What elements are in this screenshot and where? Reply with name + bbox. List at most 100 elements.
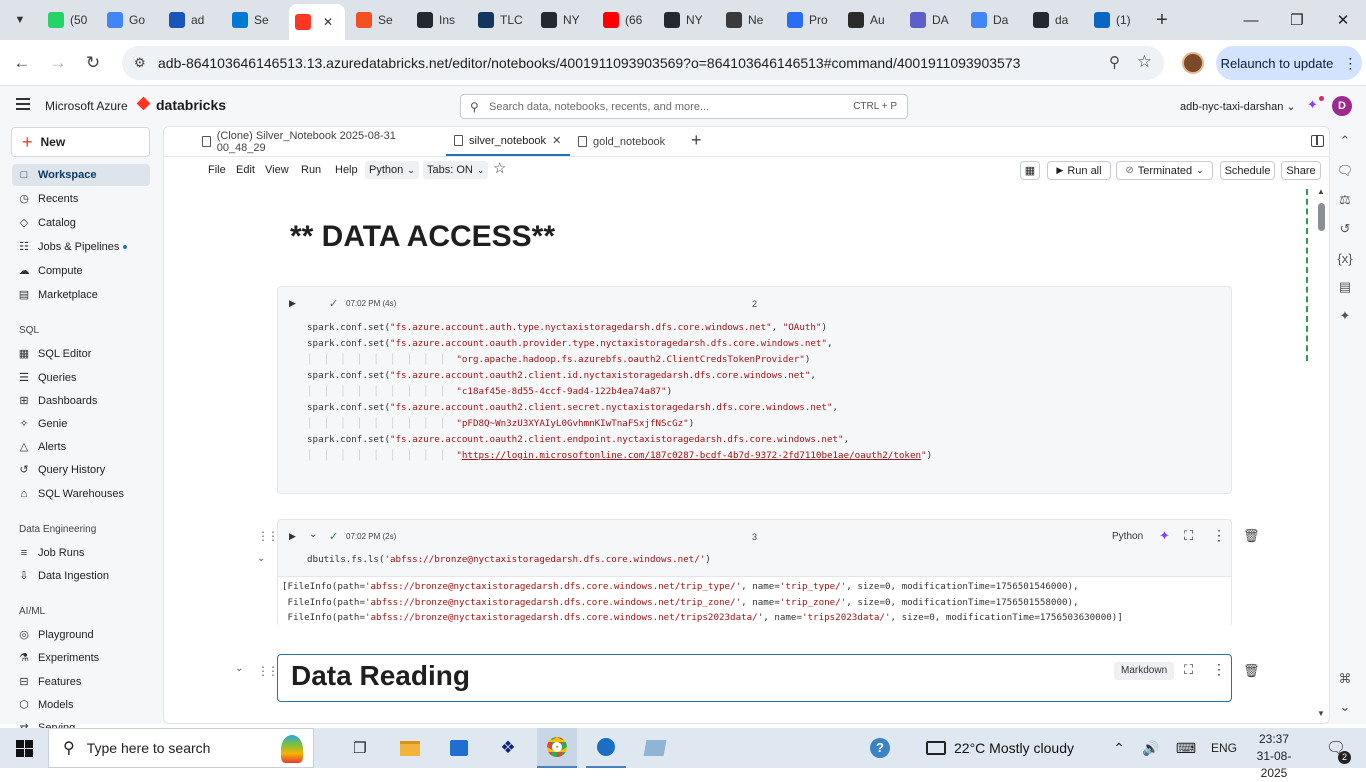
sidebar-item-jobs-pipelines[interactable]: ☷ Jobs & Pipelines bbox=[12, 236, 150, 258]
close-tab-icon[interactable]: ✕ bbox=[552, 134, 561, 147]
expand-cell-icon[interactable]: ⛶ bbox=[1184, 662, 1193, 678]
minimize-button[interactable]: — bbox=[1228, 0, 1274, 40]
close-tab-icon[interactable]: ✕ bbox=[323, 15, 333, 29]
browser-tab[interactable]: NY bbox=[535, 6, 593, 34]
hidden-icons-chevron[interactable]: ⌃ bbox=[1108, 728, 1130, 768]
collapse-cell-icon[interactable]: ⌄ bbox=[257, 553, 265, 564]
browser-tab[interactable]: DA bbox=[904, 6, 962, 34]
cell-language[interactable]: Python bbox=[1112, 531, 1143, 542]
version-history-icon[interactable]: ↺ bbox=[1333, 218, 1357, 240]
browser-tab[interactable]: NY bbox=[658, 6, 716, 34]
azure-data-studio-icon[interactable] bbox=[586, 728, 626, 768]
run-cell-button[interactable]: ▶ bbox=[289, 298, 296, 309]
split-view-icon[interactable] bbox=[1311, 135, 1324, 147]
comments-icon[interactable]: 🗨 bbox=[1333, 160, 1357, 182]
language-selector[interactable]: Python ⌄ bbox=[365, 161, 419, 179]
sidebar-item-job-runs[interactable]: ≡ Job Runs bbox=[12, 542, 150, 564]
zoom-icon[interactable]: ⚲ bbox=[1109, 53, 1120, 71]
assistant-icon[interactable]: ✦ bbox=[1333, 305, 1357, 327]
sidebar-item-marketplace[interactable]: ▤ Marketplace bbox=[12, 284, 150, 306]
new-button[interactable]: + New bbox=[11, 127, 150, 157]
chrome-icon[interactable] bbox=[537, 728, 577, 768]
sidebar-item-query-history[interactable]: ↺ Query History bbox=[12, 459, 150, 481]
reload-button[interactable]: ↻ bbox=[80, 50, 106, 76]
delete-cell-icon[interactable]: 🗑 bbox=[1243, 663, 1260, 679]
forward-button[interactable]: → bbox=[45, 50, 71, 76]
sidebar-item-sql-warehouses[interactable]: ⌂ SQL Warehouses bbox=[12, 483, 150, 505]
keyboard-icon[interactable]: ⌨ bbox=[1173, 728, 1199, 768]
browser-tab[interactable]: Se bbox=[350, 6, 408, 34]
code-editor[interactable]: spark.conf.set("fs.azure.account.auth.ty… bbox=[307, 320, 1207, 480]
close-window-button[interactable]: ✕ bbox=[1320, 0, 1366, 40]
environment-icon[interactable]: ▤ bbox=[1333, 276, 1357, 298]
sidebar-item-recents[interactable]: ◷ Recents bbox=[12, 188, 150, 210]
share-button[interactable]: Share bbox=[1281, 161, 1321, 180]
drag-handle-icon[interactable]: ⋮⋮ bbox=[257, 664, 279, 678]
favorite-star-icon[interactable]: ☆ bbox=[493, 159, 506, 177]
add-notebook-tab-button[interactable]: + bbox=[691, 130, 702, 151]
code-link[interactable]: https://login.microsoftonline.com/187c02… bbox=[462, 450, 921, 461]
drag-handle-icon[interactable]: ⋮⋮ bbox=[257, 529, 279, 543]
browser-tab[interactable]: Au bbox=[842, 6, 900, 34]
schedule-button[interactable]: Schedule bbox=[1220, 161, 1275, 180]
browser-tab[interactable]: ad bbox=[163, 6, 221, 34]
more-menu-icon[interactable]: ⋮ bbox=[1343, 55, 1357, 72]
bookmark-star-icon[interactable]: ☆ bbox=[1137, 52, 1152, 72]
notification-center-icon[interactable]: 🗨 2 bbox=[1318, 728, 1354, 768]
sidebar-item-experiments[interactable]: ⚗ Experiments bbox=[12, 647, 150, 669]
browser-tab[interactable]: Ins bbox=[411, 6, 469, 34]
assistant-sparkle-icon[interactable]: ✦ bbox=[1159, 528, 1170, 544]
file-explorer-icon[interactable] bbox=[390, 728, 430, 768]
browser-tab[interactable]: da bbox=[1027, 6, 1085, 34]
back-button[interactable]: ← bbox=[9, 50, 35, 76]
browser-tab[interactable]: ✕ bbox=[289, 4, 345, 40]
notebook-tab[interactable]: gold_notebook bbox=[570, 127, 680, 156]
weather-widget[interactable]: 22°C Mostly cloudy bbox=[926, 728, 1086, 768]
menu-view[interactable]: View bbox=[265, 164, 289, 176]
user-avatar[interactable]: D bbox=[1332, 96, 1352, 116]
volume-icon[interactable]: 🔊 bbox=[1140, 728, 1162, 768]
relaunch-button[interactable]: Relaunch to update ⋮ bbox=[1216, 46, 1362, 80]
sidebar-item-data-ingestion[interactable]: ⇩ Data Ingestion bbox=[12, 565, 150, 587]
tabs-setting-selector[interactable]: Tabs: ON ⌄ bbox=[423, 161, 489, 179]
code-cell-2[interactable]: ▶ ✓ 07:02 PM (4s) 2 spark.conf.set("fs.a… bbox=[277, 286, 1232, 494]
notebook-scroll-area[interactable]: ** DATA ACCESS** ▶ ✓ 07:02 PM (4s) 2 spa… bbox=[164, 187, 1324, 723]
databricks-logo-text[interactable]: databricks bbox=[156, 97, 226, 113]
browser-tab[interactable]: Se bbox=[226, 6, 284, 34]
workspace-switcher[interactable]: adb-nyc-taxi-darshan ⌄ bbox=[1180, 100, 1296, 113]
site-info-icon[interactable]: ⚙ bbox=[134, 55, 146, 71]
sidebar-item-compute[interactable]: ☁ Compute bbox=[12, 260, 150, 282]
scrollbar-thumb[interactable] bbox=[1318, 203, 1325, 231]
sidebar-item-models[interactable]: ⬡ Models bbox=[12, 694, 150, 716]
browser-tab[interactable]: Go bbox=[101, 6, 159, 34]
new-tab-button[interactable]: + bbox=[1152, 6, 1172, 34]
maximize-button[interactable]: ❐ bbox=[1274, 0, 1320, 40]
sidebar-item-playground[interactable]: ◎ Playground bbox=[12, 624, 150, 646]
menu-edit[interactable]: Edit bbox=[236, 164, 255, 176]
code-cell-3[interactable]: ▶ ⌄ ✓ 07:02 PM (2s) 3 Python ✦ ⛶ ⋮ dbuti… bbox=[277, 519, 1232, 627]
cell-more-icon[interactable]: ⋮ bbox=[1212, 527, 1226, 544]
cluster-selector[interactable]: ⊘ Terminated ⌄ bbox=[1116, 161, 1213, 180]
scroll-down-arrow[interactable]: ▼ bbox=[1317, 709, 1325, 718]
run-all-button[interactable]: ▶ Run all bbox=[1047, 161, 1111, 180]
expand-cell-icon[interactable]: ⛶ bbox=[1184, 528, 1193, 544]
delete-cell-icon[interactable]: 🗑 bbox=[1243, 528, 1260, 544]
profile-avatar[interactable] bbox=[1182, 52, 1204, 74]
browser-tab[interactable]: Pro bbox=[781, 6, 839, 34]
notebook-tab[interactable]: silver_notebook ✕ bbox=[446, 127, 570, 156]
task-view-icon[interactable]: ❐ bbox=[340, 728, 380, 768]
sidebar-item-alerts[interactable]: △ Alerts bbox=[12, 436, 150, 458]
global-search-input[interactable]: ⚲ Search data, notebooks, recents, and m… bbox=[460, 94, 908, 119]
sidebar-item-genie[interactable]: ✧ Genie bbox=[12, 413, 150, 435]
browser-tab[interactable]: (50 bbox=[42, 6, 100, 34]
url-input[interactable]: ⚙ adb-864103646146513.13.azuredatabricks… bbox=[122, 46, 1164, 80]
sidebar-item-workspace[interactable]: □ Workspace bbox=[12, 164, 150, 186]
sidebar-item-sql-editor[interactable]: ▦ SQL Editor bbox=[12, 343, 150, 365]
browser-tab[interactable]: Da bbox=[965, 6, 1023, 34]
run-cell-button[interactable]: ▶ bbox=[289, 531, 296, 542]
menu-file[interactable]: File bbox=[208, 164, 226, 176]
menu-run[interactable]: Run bbox=[301, 164, 321, 176]
sidebar-item-queries[interactable]: ☰ Queries bbox=[12, 367, 150, 389]
sidebar-item-features[interactable]: ⊟ Features bbox=[12, 671, 150, 693]
hamburger-menu-icon[interactable] bbox=[16, 98, 30, 110]
